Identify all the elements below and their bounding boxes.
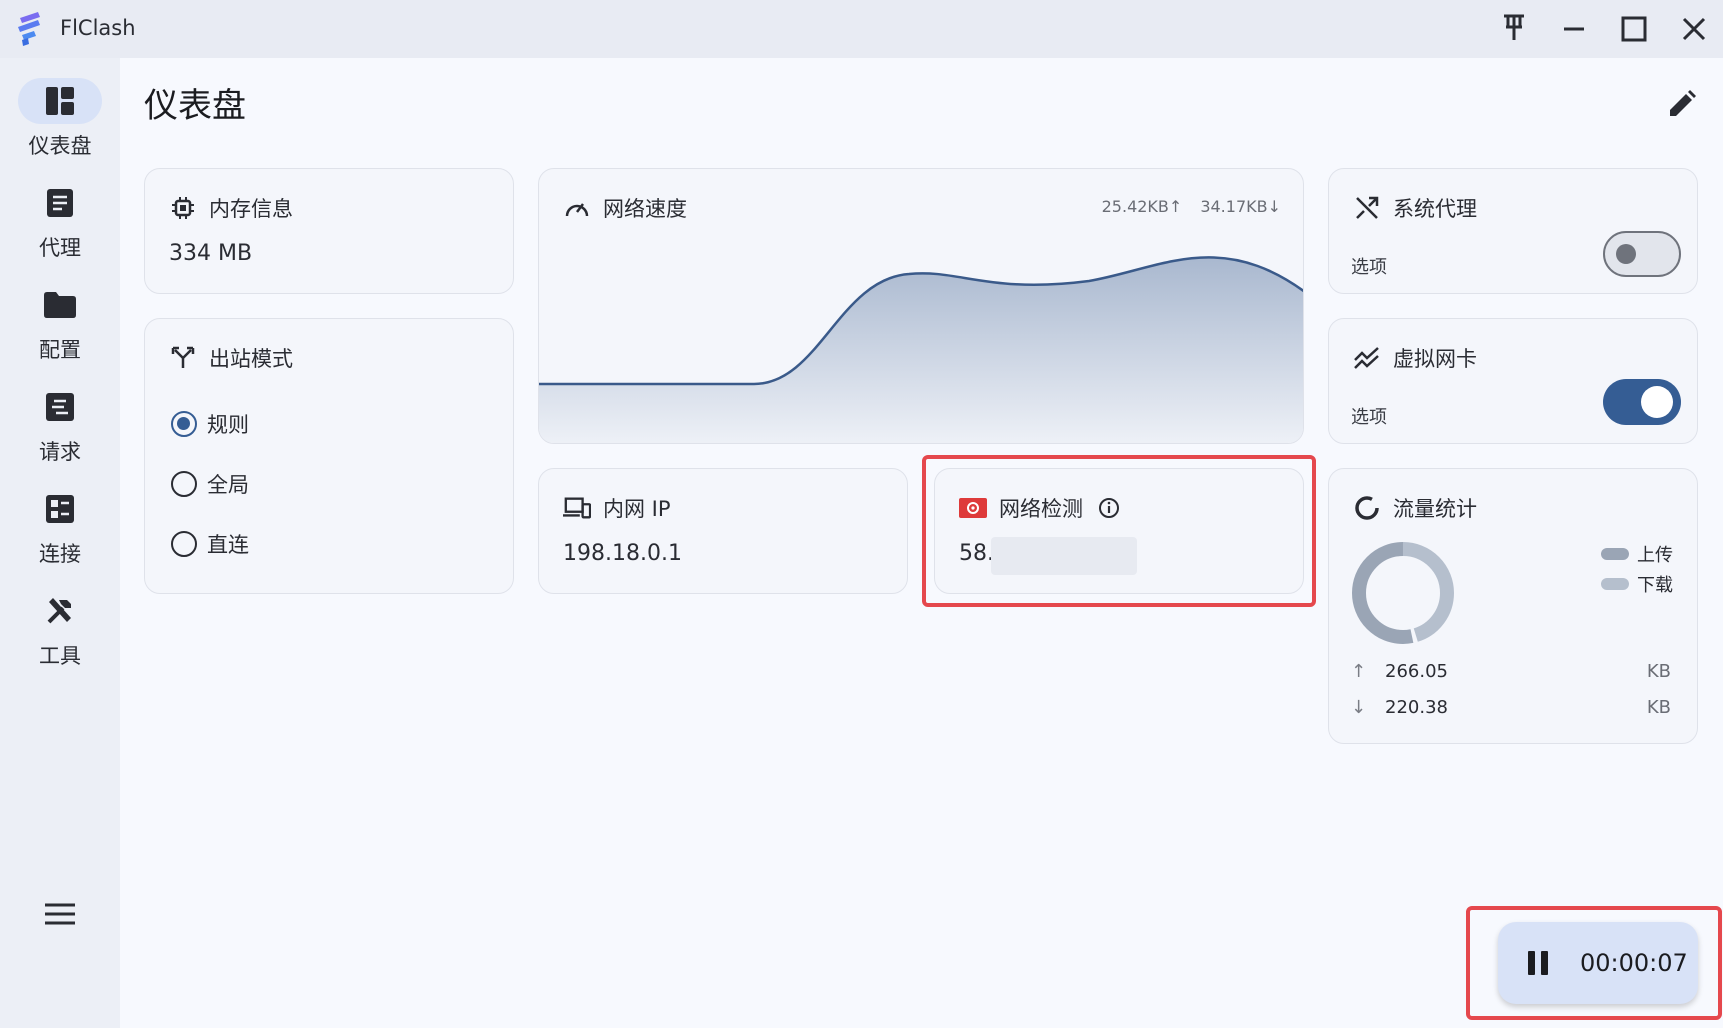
intranet-ip-card: 内网 IP 198.18.0.1 — [538, 468, 908, 594]
sidebar-item-label: 配置 — [39, 338, 81, 362]
memory-title: 内存信息 — [209, 197, 293, 221]
maximize-icon[interactable] — [1614, 10, 1654, 48]
dashboard-icon — [18, 78, 102, 124]
menu-icon[interactable] — [38, 892, 82, 936]
edit-icon[interactable] — [1660, 82, 1704, 126]
memory-chip-icon — [169, 194, 197, 222]
radio-button[interactable] — [171, 531, 197, 557]
tools-icon — [18, 588, 102, 634]
app-logo-icon — [14, 10, 46, 48]
pause-icon — [1528, 951, 1552, 975]
sidebar-item-dashboard[interactable]: 仪表盘 — [0, 66, 120, 158]
sidebar: 仪表盘 代理 配置 请求 连接 工具 — [0, 58, 120, 1028]
title-bar: FlClash — [0, 0, 1723, 58]
donut-chart-icon — [1353, 494, 1381, 522]
radio-button[interactable] — [171, 411, 197, 437]
sidebar-item-requests[interactable]: 请求 — [0, 372, 120, 464]
memory-value: 334 MB — [169, 241, 253, 266]
arrow-up-icon: ↑ — [1351, 661, 1367, 682]
traffic-title: 流量统计 — [1393, 497, 1477, 521]
system-proxy-title: 系统代理 — [1393, 197, 1477, 221]
sidebar-item-label: 工具 — [39, 644, 81, 668]
uptime-timer: 00:00:07 — [1580, 949, 1688, 977]
minimize-icon[interactable] — [1554, 10, 1594, 48]
arrow-down-icon: ↓ — [1351, 697, 1367, 718]
legend-label: 下载 — [1637, 575, 1673, 596]
tun-option-label: 选项 — [1351, 407, 1387, 428]
sidebar-item-profiles[interactable]: 配置 — [0, 270, 120, 362]
tun-card: 虚拟网卡 选项 — [1328, 318, 1698, 444]
sidebar-item-proxy[interactable]: 代理 — [0, 168, 120, 260]
split-arrow-icon — [169, 344, 197, 372]
folder-icon — [18, 282, 102, 328]
speed-area-chart — [539, 256, 1303, 443]
connections-icon — [18, 486, 102, 532]
legend-label: 上传 — [1637, 545, 1673, 566]
outbound-option-label: 规则 — [207, 413, 249, 437]
sidebar-item-connections[interactable]: 连接 — [0, 474, 120, 566]
outbound-mode-card: 出站模式 规则 全局 直连 — [144, 318, 514, 594]
outbound-title: 出站模式 — [209, 347, 293, 371]
traffic-upload-row: ↑ 266.05 KB — [1351, 661, 1671, 682]
outbound-option-label: 直连 — [207, 533, 249, 557]
traffic-download-row: ↓ 220.38 KB — [1351, 697, 1671, 718]
outbound-option-direct[interactable]: 直连 — [171, 529, 249, 559]
app-title: FlClash — [60, 16, 136, 40]
outbound-option-rule[interactable]: 规则 — [171, 409, 249, 439]
legend-upload: 上传 — [1601, 541, 1673, 567]
system-proxy-toggle[interactable] — [1603, 231, 1681, 277]
trend-icon — [1353, 344, 1381, 372]
download-unit: KB — [1646, 697, 1671, 718]
close-icon[interactable] — [1674, 10, 1714, 48]
system-proxy-card: 系统代理 选项 — [1328, 168, 1698, 294]
legend-download: 下载 — [1601, 571, 1673, 597]
sidebar-item-label: 仪表盘 — [28, 134, 92, 158]
sidebar-item-label: 代理 — [39, 236, 81, 260]
tun-title: 虚拟网卡 — [1393, 347, 1477, 371]
sidebar-item-tools[interactable]: 工具 — [0, 576, 120, 668]
memory-card: 内存信息 334 MB — [144, 168, 514, 294]
shuffle-icon — [1353, 194, 1381, 222]
legend-swatch-download — [1601, 578, 1629, 590]
intranet-ip-value: 198.18.0.1 — [563, 541, 682, 566]
legend-swatch-upload — [1601, 548, 1629, 560]
upload-unit: KB — [1646, 661, 1671, 682]
upload-total: 266.05 — [1385, 661, 1448, 682]
download-total: 220.38 — [1385, 697, 1448, 718]
start-stop-button[interactable]: 00:00:07 — [1498, 922, 1698, 1004]
proxy-icon — [18, 180, 102, 226]
intranet-ip-title: 内网 IP — [603, 497, 671, 521]
page-title: 仪表盘 — [144, 86, 246, 126]
requests-icon — [18, 384, 102, 430]
radio-button[interactable] — [171, 471, 197, 497]
sidebar-item-label: 连接 — [39, 542, 81, 566]
devices-icon — [563, 494, 591, 522]
tun-toggle[interactable] — [1603, 379, 1681, 425]
outbound-option-global[interactable]: 全局 — [171, 469, 249, 499]
highlight-box-network-check — [922, 455, 1316, 607]
traffic-stats-card: 流量统计 上传 下载 ↑ 266.05 KB ↓ 220.38 KB — [1328, 468, 1698, 744]
traffic-donut-chart — [1352, 542, 1454, 644]
outbound-option-label: 全局 — [207, 473, 249, 497]
sidebar-item-label: 请求 — [39, 440, 81, 464]
pin-icon[interactable] — [1494, 10, 1534, 48]
system-proxy-option-label: 选项 — [1351, 257, 1387, 278]
network-speed-card: 网络速度 25.42KB↑ 34.17KB↓ — [538, 168, 1304, 444]
